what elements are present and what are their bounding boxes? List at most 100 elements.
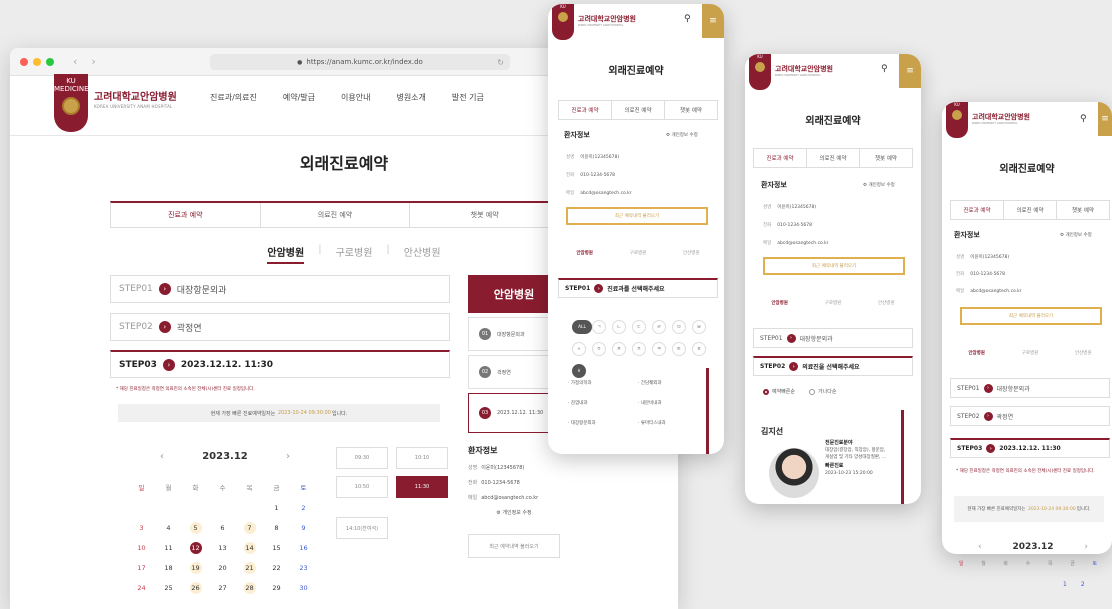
consonant-filter-button[interactable]: ㅅ bbox=[572, 342, 586, 356]
consonant-filter-button[interactable]: ㅂ bbox=[692, 320, 706, 334]
tab-doctor-reservation[interactable]: 의료진 예약 bbox=[259, 203, 410, 227]
calendar-day[interactable]: 16 bbox=[290, 542, 317, 554]
calendar-day[interactable]: 23 bbox=[290, 562, 317, 574]
calendar-day[interactable]: 11 bbox=[155, 542, 182, 554]
campus-guro[interactable]: 구로병원 bbox=[1022, 350, 1039, 356]
consonant-filter-button[interactable]: ㄷ bbox=[632, 320, 646, 334]
tab-chatbot-reservation[interactable]: 챗봇 예약 bbox=[1056, 201, 1109, 219]
step-2-row[interactable]: STEP02 › 곽정연 bbox=[110, 313, 450, 341]
campus-anam[interactable]: 안암병원 bbox=[968, 350, 985, 356]
tab-department-reservation[interactable]: 진료과 예약 bbox=[951, 201, 1003, 219]
campus-anam[interactable]: 안암병원 bbox=[267, 244, 305, 264]
calendar-day[interactable]: 22 bbox=[263, 562, 290, 574]
hamburger-menu-icon[interactable]: ≡ bbox=[702, 4, 724, 38]
calendar-day-available[interactable]: 19 bbox=[182, 562, 209, 574]
calendar-day[interactable]: 13 bbox=[209, 542, 236, 554]
department-list-scrollbar[interactable] bbox=[706, 368, 709, 454]
doctor-photo[interactable] bbox=[769, 448, 819, 498]
campus-anam[interactable]: 안암병원 bbox=[576, 250, 593, 256]
sort-by-fastest[interactable]: 예약빠른순 bbox=[763, 388, 795, 395]
back-arrow-icon[interactable]: ‹ bbox=[73, 55, 77, 68]
consonant-filter-button[interactable]: ㄱ bbox=[592, 320, 606, 334]
forward-arrow-icon[interactable]: › bbox=[91, 55, 95, 68]
nav-item-departments[interactable]: 진료과/의료진 bbox=[210, 92, 257, 103]
calendar-day[interactable]: 18 bbox=[155, 562, 182, 574]
department-item[interactable]: · 감염내과 bbox=[568, 400, 638, 406]
hamburger-menu-icon[interactable]: ≡ bbox=[1098, 102, 1112, 136]
step-3-row[interactable]: STEP03 › 2023.12.12. 11:30 bbox=[950, 438, 1110, 458]
search-icon[interactable]: ⚲ bbox=[684, 14, 691, 24]
department-item[interactable]: · 간담췌외과 bbox=[638, 380, 708, 386]
department-item[interactable]: · 류마티스내과 bbox=[638, 420, 708, 426]
consonant-filter-button[interactable]: ㅋ bbox=[652, 342, 666, 356]
calendar-day-available[interactable]: 21 bbox=[236, 562, 263, 574]
time-slot[interactable]: 10:50 bbox=[336, 476, 388, 498]
search-icon[interactable]: ⚲ bbox=[1080, 114, 1087, 124]
department-item[interactable]: · 가정의학과 bbox=[568, 380, 638, 386]
ku-medicine-logo[interactable]: KU bbox=[552, 4, 574, 40]
load-recent-reservation-button[interactable]: 최근 예약내역 불러오기 bbox=[468, 534, 560, 558]
calendar-day[interactable]: 20 bbox=[209, 562, 236, 574]
time-slot[interactable]: 09:30 bbox=[336, 447, 388, 469]
tab-chatbot-reservation[interactable]: 챗봇 예약 bbox=[859, 149, 912, 167]
sort-by-name[interactable]: 가나다순 bbox=[809, 388, 836, 395]
tab-doctor-reservation[interactable]: 의료진 예약 bbox=[806, 149, 859, 167]
nav-item-guide[interactable]: 이용안내 bbox=[341, 92, 370, 103]
calendar-day[interactable]: 10 bbox=[128, 542, 155, 554]
ku-medicine-logo[interactable]: KU bbox=[946, 102, 968, 138]
next-month-button[interactable]: › bbox=[286, 451, 290, 462]
department-item[interactable]: · 내분비내과 bbox=[638, 400, 708, 406]
calendar-day[interactable]: 17 bbox=[128, 562, 155, 574]
campus-guro[interactable]: 구로병원 bbox=[336, 244, 373, 264]
edit-profile-link[interactable]: ⚙ 개인정보 수정 bbox=[468, 509, 560, 516]
campus-ansan[interactable]: 안산병원 bbox=[1075, 350, 1092, 356]
calendar-day[interactable]: 4 bbox=[155, 522, 182, 534]
edit-profile-link[interactable]: ⚙ 개인정보 수정 bbox=[863, 182, 895, 188]
tab-department-reservation[interactable]: 진료과 예약 bbox=[754, 149, 806, 167]
calendar-day-available[interactable]: 14 bbox=[236, 542, 263, 554]
nav-item-fund[interactable]: 발전 기금 bbox=[452, 92, 484, 103]
campus-ansan[interactable]: 안산병원 bbox=[878, 300, 895, 306]
tab-doctor-reservation[interactable]: 의료진 예약 bbox=[611, 101, 664, 119]
close-window-button[interactable] bbox=[20, 57, 28, 66]
ku-medicine-logo[interactable]: KU bbox=[749, 54, 771, 90]
minimize-window-button[interactable] bbox=[33, 57, 41, 66]
prev-month-button[interactable]: ‹ bbox=[160, 451, 164, 462]
hospital-name[interactable]: 고려대학교안암병원 KOREA UNIVERSITY ANAM HOSPITAL bbox=[775, 64, 833, 77]
step-3-row[interactable]: STEP03 › 2023.12.12. 11:30 bbox=[110, 350, 450, 378]
calendar-day[interactable]: 1 bbox=[1063, 581, 1067, 588]
calendar-day[interactable]: 27 bbox=[209, 582, 236, 594]
calendar-day[interactable]: 29 bbox=[263, 582, 290, 594]
calendar-day-available[interactable]: 26 bbox=[182, 582, 209, 594]
consonant-filter-button[interactable]: ㄴ bbox=[612, 320, 626, 334]
time-slot-selected[interactable]: 11:30 bbox=[396, 476, 448, 498]
ku-medicine-logo[interactable]: KU MEDICINE bbox=[54, 74, 89, 132]
tab-department-reservation[interactable]: 진료과 예약 bbox=[111, 203, 260, 227]
calendar-day-selected[interactable]: 12 bbox=[182, 542, 209, 554]
consonant-filter-button[interactable]: ㄹ bbox=[652, 320, 666, 334]
hospital-name[interactable]: 고려대학교안암병원 KOREA UNIVERSITY ANAM HOSPITAL bbox=[94, 88, 177, 109]
calendar-day[interactable]: 2 bbox=[290, 502, 317, 514]
consonant-filter-button[interactable]: ㅌ bbox=[672, 342, 686, 356]
step-1-row[interactable]: STEP01 › 진료과를 선택해주세요 bbox=[558, 278, 718, 298]
campus-ansan[interactable]: 안산병원 bbox=[683, 250, 700, 256]
tab-chatbot-reservation[interactable]: 챗봇 예약 bbox=[409, 203, 559, 227]
search-icon[interactable]: ⚲ bbox=[881, 64, 888, 74]
calendar-day[interactable]: 9 bbox=[290, 522, 317, 534]
calendar-day[interactable]: 2 bbox=[1081, 581, 1085, 588]
calendar-day[interactable]: 6 bbox=[209, 522, 236, 534]
step-1-row[interactable]: STEP01 › 대장항문외과 bbox=[950, 378, 1110, 398]
calendar-day[interactable]: 1 bbox=[263, 502, 290, 514]
doctor-list-scrollbar[interactable] bbox=[901, 410, 904, 504]
consonant-filter-button[interactable]: ㅈ bbox=[612, 342, 626, 356]
calendar-day[interactable]: 25 bbox=[155, 582, 182, 594]
hospital-name[interactable]: 고려대학교안암병원 KOREA UNIVERSITY ANAM HOSPITAL bbox=[972, 112, 1030, 125]
campus-ansan[interactable]: 안산병원 bbox=[404, 244, 441, 264]
calendar-day-available[interactable]: 28 bbox=[236, 582, 263, 594]
load-recent-reservation-button[interactable]: 최근 예약내역 불러오기 bbox=[566, 207, 708, 225]
step-1-row[interactable]: STEP01 › 대장항문외과 bbox=[753, 328, 913, 348]
calendar-day[interactable]: 24 bbox=[128, 582, 155, 594]
calendar-day[interactable]: 15 bbox=[263, 542, 290, 554]
reload-icon[interactable]: ↻ bbox=[497, 58, 504, 67]
next-month-button[interactable]: › bbox=[1084, 542, 1088, 552]
